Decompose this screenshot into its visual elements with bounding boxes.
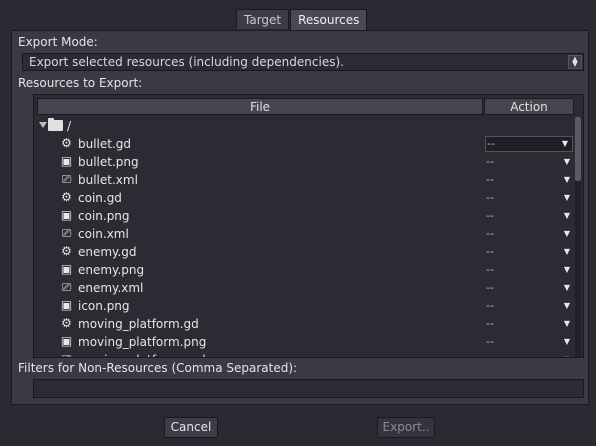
file-row[interactable]: ⚙ bullet.gd -- ▼ [34,135,574,153]
filters-label: Filters for Non-Resources (Comma Separat… [18,361,298,375]
file-name: moving_platform.png [78,335,207,349]
action-value: -- [486,227,494,240]
file-row[interactable]: ▣ bullet.png -- ▼ [34,153,574,171]
file-name: coin.png [78,209,130,223]
file-row[interactable]: ⚙ moving_platform.gd -- ▼ [34,315,574,333]
action-dropdown[interactable]: -- ▼ [486,262,574,278]
action-value: -- [486,299,494,312]
action-dropdown[interactable]: -- ▼ [486,226,574,242]
resources-label: Resources to Export: [18,76,143,90]
scene-icon: ⎚ [61,280,72,294]
file-row[interactable]: ▣ coin.png -- ▼ [34,207,574,225]
column-header-file[interactable]: File [37,98,483,115]
resources-tree[interactable]: File Action / ⚙ bullet.gd -- ▼ ▣ bullet.png --… [33,94,584,358]
action-value: -- [487,137,495,150]
image-icon: ▣ [60,208,73,222]
file-row[interactable]: ⎚ moving_platform.xml -- ▼ [34,351,574,358]
action-value: -- [486,317,494,330]
tab-bar: Target Resources [236,9,368,30]
export-mode-value: Export selected resources (including dep… [29,55,344,69]
action-value: -- [486,335,494,348]
dropdown-arrow-icon: ▼ [563,211,570,220]
cancel-button[interactable]: Cancel [164,417,218,438]
action-dropdown[interactable]: -- ▼ [486,280,574,296]
scene-icon: ⎚ [61,226,72,240]
gear-icon: ⚙ [61,244,72,258]
dropdown-arrow-icon: ▼ [563,157,570,166]
file-name: coin.xml [78,227,129,241]
action-dropdown[interactable]: -- ▼ [486,298,574,314]
image-icon: ▣ [60,262,73,276]
folder-icon [48,118,63,131]
action-dropdown[interactable]: -- ▼ [486,316,574,332]
file-name: moving_platform.gd [78,317,199,331]
dropdown-arrow-icon: ▼ [563,319,570,328]
gear-icon: ⚙ [61,316,72,330]
action-value: -- [486,281,494,294]
action-value: -- [486,191,494,204]
action-dropdown[interactable]: -- ▼ [486,154,574,170]
file-row[interactable]: ⎚ coin.xml -- ▼ [34,225,574,243]
export-mode-select[interactable]: Export selected resources (including dep… [22,53,584,71]
dropdown-arrow-icon: ▼ [564,352,570,357]
file-row[interactable]: ▣ enemy.png -- ▼ [34,261,574,279]
action-dropdown[interactable]: -- ▼ [486,244,574,260]
scrollbar-thumb[interactable] [575,117,581,181]
action-dropdown[interactable]: -- ▼ [485,136,573,152]
file-row[interactable]: ⎚ bullet.xml -- ▼ [34,171,574,189]
action-dropdown[interactable]: -- ▼ [486,190,574,206]
tab-target[interactable]: Target [236,9,290,29]
image-icon: ▣ [60,154,73,168]
image-icon: ▣ [60,298,73,312]
export-button[interactable]: Export.. [377,417,435,438]
action-dropdown[interactable]: -- ▼ [486,334,574,350]
gear-icon: ⚙ [61,190,72,204]
dropdown-arrow-icon: ▼ [563,283,570,292]
column-header-action[interactable]: Action [484,98,574,115]
scene-icon: ⎚ [61,172,72,186]
image-icon: ▣ [60,334,73,348]
action-value: -- [486,353,494,357]
file-name: moving_platform.xml [78,352,206,357]
file-row[interactable]: ▣ moving_platform.png -- ▼ [34,333,574,351]
tab-resources[interactable]: Resources [290,9,368,30]
dropdown-arrow-icon: ▼ [563,337,570,346]
vertical-scrollbar[interactable] [575,117,581,357]
dropdown-arrow-icon: ▼ [563,193,570,202]
action-value: -- [486,173,494,186]
updown-arrows-icon: ▲ ▼ [568,55,582,69]
file-name: bullet.png [78,155,139,169]
file-name: bullet.gd [78,137,132,151]
action-value: -- [486,155,494,168]
dropdown-arrow-icon: ▼ [563,229,570,238]
file-row[interactable]: ⚙ coin.gd -- ▼ [34,189,574,207]
file-name: coin.gd [78,191,122,205]
action-value: -- [486,245,494,258]
tree-root-label: / [67,119,72,133]
action-value: -- [486,209,494,222]
file-row[interactable]: ⚙ enemy.gd -- ▼ [34,243,574,261]
dropdown-arrow-icon: ▼ [561,139,568,148]
file-name: enemy.png [78,263,145,277]
file-row[interactable]: ⎚ enemy.xml -- ▼ [34,279,574,297]
dropdown-arrow-icon: ▼ [563,265,570,274]
gear-icon: ⚙ [61,136,72,150]
tree-root-row[interactable]: / [34,117,574,135]
file-name: enemy.gd [78,245,137,259]
export-mode-label: Export Mode: [18,35,98,49]
file-row[interactable]: ▣ icon.png -- ▼ [34,297,574,315]
filters-input[interactable] [33,379,584,398]
action-dropdown[interactable]: -- ▼ [486,208,574,224]
file-name: enemy.xml [78,281,144,295]
action-dropdown[interactable]: -- ▼ [486,172,574,188]
dropdown-arrow-icon: ▼ [563,247,570,256]
scene-icon: ⎚ [60,353,73,358]
expand-arrow-icon[interactable] [39,122,47,128]
action-value: -- [486,263,494,276]
dropdown-arrow-icon: ▼ [563,301,570,310]
dropdown-arrow-icon: ▼ [563,175,570,184]
file-name: icon.png [78,299,130,313]
action-dropdown[interactable]: -- ▼ [486,352,574,357]
file-name: bullet.xml [78,173,138,187]
